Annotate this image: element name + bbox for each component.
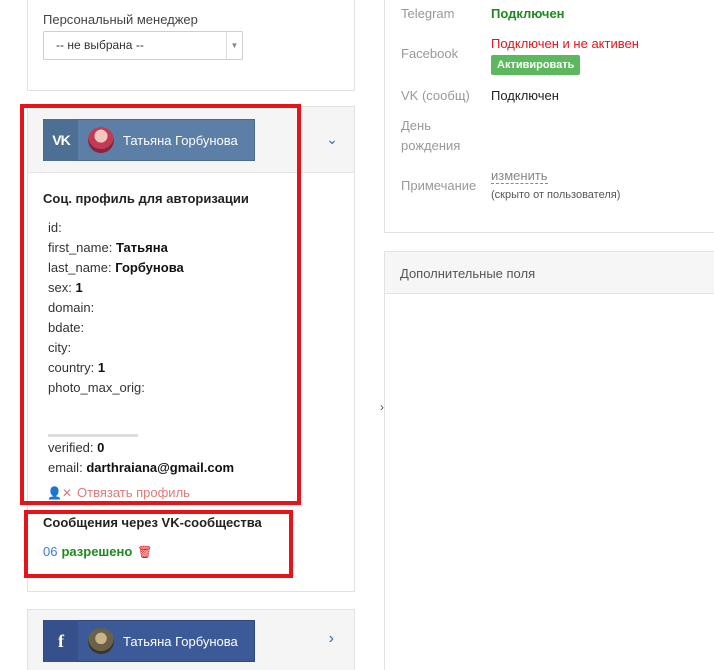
facebook-account-header[interactable]: f Татьяна Горбунова › [28,610,354,670]
highlight-frame-messages [24,510,293,578]
extra-fields-title: Дополнительные поля [385,252,714,294]
facebook-account-button[interactable]: f Татьяна Горбунова [43,620,255,662]
vk-status: Подключен [491,88,559,103]
chevron-down-icon[interactable]: ⌄ [326,131,338,148]
extra-fields-panel: Дополнительные поля [384,251,714,670]
avatar [88,628,114,654]
facebook-account-panel: f Татьяна Горбунова › [27,609,355,670]
contact-info-panel: Telegram Подключен Facebook Подключен и … [384,0,714,233]
facebook-account-name: Татьяна Горбунова [123,633,238,649]
collapse-handle-icon: › [380,400,384,414]
note-change-link[interactable]: изменить [491,168,548,184]
manager-select-value: -- не выбрана -- [56,38,144,52]
chevron-right-icon[interactable]: › [329,630,334,648]
note-label: Примечание [401,178,477,193]
facebook-label: Facebook [401,46,459,61]
note-hint: (скрыто от пользователя) [491,189,621,201]
highlight-frame-profile [20,104,301,505]
dropdown-arrow-icon: ▼ [226,32,242,59]
manager-panel: Персональный менеджер -- не выбрана -- ▼ [27,0,355,91]
telegram-label: Telegram [401,6,455,21]
facebook-logo-icon: f [44,620,78,662]
manager-select[interactable]: -- не выбрана -- ▼ [43,31,243,60]
birthday-label-line1: День [401,118,431,133]
vk-label: VK (сообщ) [401,88,470,103]
activate-button[interactable]: Активировать [491,55,581,75]
manager-label: Персональный менеджер [43,12,198,27]
facebook-status: Подключен и не активен [491,36,639,51]
telegram-status: Подключен [491,6,565,21]
birthday-label-line2: рождения [401,138,461,153]
